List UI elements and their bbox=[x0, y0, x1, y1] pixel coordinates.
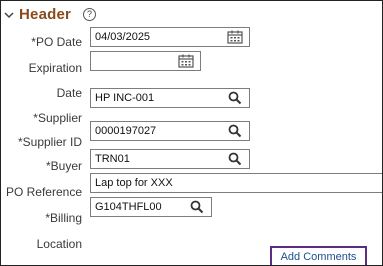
po-date-value: 04/03/2025 bbox=[95, 31, 151, 43]
expiration-date-field[interactable] bbox=[90, 51, 201, 71]
po-reference-field[interactable]: Lap top for XXX bbox=[90, 173, 382, 193]
supplier-field[interactable]: HP INC-001 bbox=[90, 88, 250, 108]
expiration-label: Expiration bbox=[28, 61, 82, 75]
billing-label: *Billing bbox=[45, 211, 82, 225]
help-icon[interactable]: ? bbox=[83, 8, 97, 21]
section-title: Header bbox=[19, 6, 72, 23]
supplier-id-label: *Supplier ID bbox=[17, 135, 82, 149]
buyer-label: *Buyer bbox=[45, 159, 82, 173]
calendar-icon[interactable] bbox=[176, 52, 196, 70]
search-icon[interactable] bbox=[225, 150, 245, 168]
header-panel: Header ? *PO Date Expiration Date *Suppl… bbox=[0, 0, 383, 266]
supplier-id-field[interactable]: 0000197027 bbox=[90, 121, 250, 141]
date-label: Date bbox=[56, 86, 82, 100]
chevron-down-icon[interactable] bbox=[3, 9, 15, 21]
add-comments-button[interactable]: Add Comments bbox=[270, 246, 367, 265]
search-icon[interactable] bbox=[225, 122, 245, 140]
search-icon[interactable] bbox=[187, 198, 207, 216]
supplier-id-value: 0000197027 bbox=[95, 125, 157, 137]
section-header[interactable]: Header ? bbox=[3, 6, 97, 23]
supplier-value: HP INC-001 bbox=[95, 92, 155, 104]
search-icon[interactable] bbox=[225, 89, 245, 107]
po-date-label: *PO Date bbox=[31, 35, 82, 49]
billing-location-field[interactable]: G104THFL00 bbox=[90, 197, 212, 217]
po-reference-label: PO Reference bbox=[5, 185, 82, 199]
buyer-field[interactable]: TRN01 bbox=[90, 149, 250, 169]
po-date-field[interactable]: 04/03/2025 bbox=[90, 27, 250, 47]
po-reference-value: Lap top for XXX bbox=[95, 177, 173, 189]
billing-location-value: G104THFL00 bbox=[95, 201, 162, 213]
supplier-label: *Supplier bbox=[33, 111, 82, 125]
calendar-icon[interactable] bbox=[225, 28, 245, 46]
buyer-value: TRN01 bbox=[95, 153, 130, 165]
location-label: Location bbox=[36, 237, 82, 251]
